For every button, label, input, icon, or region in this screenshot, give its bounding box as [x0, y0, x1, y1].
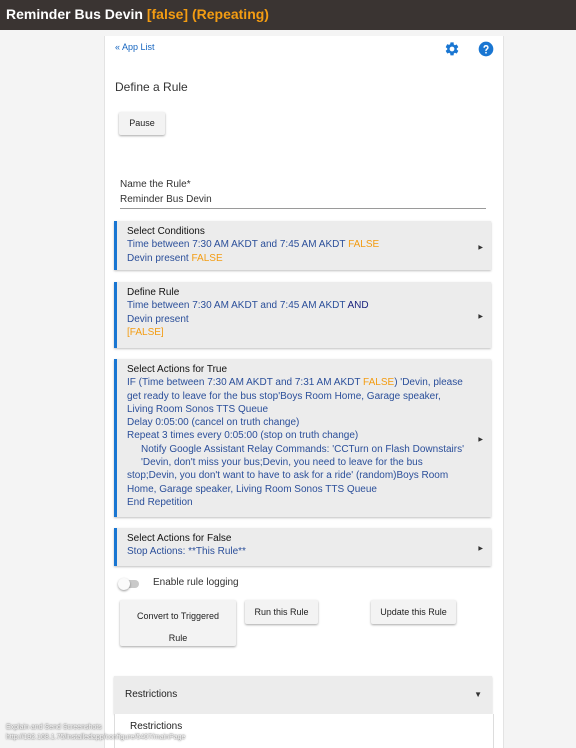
logging-label: Enable rule logging	[153, 577, 239, 588]
page-heading: Define a Rule	[115, 80, 188, 94]
caret-down-icon: ▼	[474, 690, 482, 699]
actions-true-line: get ready to leave for the bus stop'Boys…	[127, 390, 441, 402]
define-rule-time: Time between 7:30 AM AKDT and 7:45 AM AK…	[127, 300, 346, 312]
actions-true-card[interactable]: Select Actions for True IF (Time between…	[114, 359, 491, 517]
restrictions-header-label: Restrictions	[125, 689, 178, 700]
select-conditions-card[interactable]: Select Conditions Time between 7:30 AM A…	[114, 221, 491, 270]
overlay-line: Explain and Send Screenshots	[6, 724, 102, 731]
pause-button[interactable]: Pause	[119, 112, 165, 135]
actions-true-line: Living Room Sonos TTS Queue	[127, 403, 269, 415]
actions-true-notify: Notify Google Assistant Relay Commands: …	[141, 443, 465, 455]
rule-name-label: Name the Rule*	[120, 179, 191, 190]
actions-true-delay: Delay 0:05:00 (cancel on truth change)	[127, 417, 300, 429]
actions-false-stop: Stop Actions: **This Rule**	[127, 546, 246, 558]
run-button-label: Run this Rule	[254, 607, 309, 617]
actions-true-if-state: FALSE	[363, 377, 395, 389]
condition-presence-state: FALSE	[191, 252, 223, 264]
rule-title: Reminder Bus Devin	[6, 6, 143, 22]
app-list-link[interactable]: « App List	[115, 42, 155, 52]
select-conditions-title: Select Conditions	[127, 226, 205, 237]
help-icon[interactable]	[478, 41, 494, 57]
overlay-url: http://192.168.1.75/installedapp/configu…	[6, 734, 186, 741]
actions-false-title: Select Actions for False	[127, 533, 232, 544]
arrow-right-icon: ▶	[478, 437, 483, 443]
actions-true-line: stop;Devin, you don't want to have to as…	[127, 470, 449, 482]
actions-true-line: 'Devin, don't miss your bus;Devin, you n…	[141, 457, 423, 469]
rule-mode: (Repeating)	[191, 6, 269, 22]
condition-presence: Devin present	[127, 252, 189, 264]
actions-true-title: Select Actions for True	[127, 364, 228, 375]
condition-time-state: FALSE	[348, 239, 380, 251]
actions-true-if-rest: ) 'Devin, please	[394, 377, 463, 389]
convert-button-label: Convert to Triggered	[136, 611, 220, 621]
rule-name-input[interactable]: Reminder Bus Devin	[120, 194, 486, 209]
convert-button-label: Rule	[168, 633, 188, 643]
rule-status: [false]	[146, 6, 189, 22]
actions-true-line: Home, Garage speaker, Living Room Sonos …	[127, 483, 377, 495]
define-rule-operator: AND	[347, 300, 369, 312]
screenshot-overlay: Explain and Send Screenshots http://192.…	[6, 723, 185, 743]
arrow-right-icon: ▶	[478, 244, 483, 251]
update-rule-button[interactable]: Update this Rule	[371, 600, 456, 624]
toggle-knob[interactable]	[118, 578, 130, 590]
restrictions-header[interactable]: Restrictions ▼	[114, 676, 492, 714]
update-button-label: Update this Rule	[380, 607, 447, 617]
define-rule-title: Define Rule	[127, 287, 180, 298]
actions-true-end: End Repetition	[127, 496, 193, 508]
condition-time: Time between 7:30 AM AKDT and 7:45 AM AK…	[127, 239, 346, 251]
run-rule-button[interactable]: Run this Rule	[245, 600, 318, 624]
title-bar: Reminder Bus Devin [false] (Repeating)	[0, 0, 576, 30]
arrow-right-icon: ▶	[478, 314, 483, 320]
arrow-right-icon: ▶	[478, 546, 483, 552]
define-rule-result: [FALSE]	[127, 326, 164, 338]
pause-button-label: Pause	[129, 118, 155, 128]
actions-false-card[interactable]: Select Actions for False Stop Actions: *…	[114, 528, 491, 566]
define-rule-presence: Devin present	[127, 313, 189, 325]
gear-icon[interactable]	[444, 41, 460, 57]
define-rule-card[interactable]: Define Rule Time between 7:30 AM AKDT an…	[114, 282, 491, 348]
convert-triggered-button[interactable]: Convert to Triggered Rule	[120, 600, 236, 646]
actions-true-repeat: Repeat 3 times every 0:05:00 (stop on tr…	[127, 430, 359, 442]
actions-true-if: IF (Time between 7:30 AM AKDT and 7:31 A…	[127, 377, 361, 389]
